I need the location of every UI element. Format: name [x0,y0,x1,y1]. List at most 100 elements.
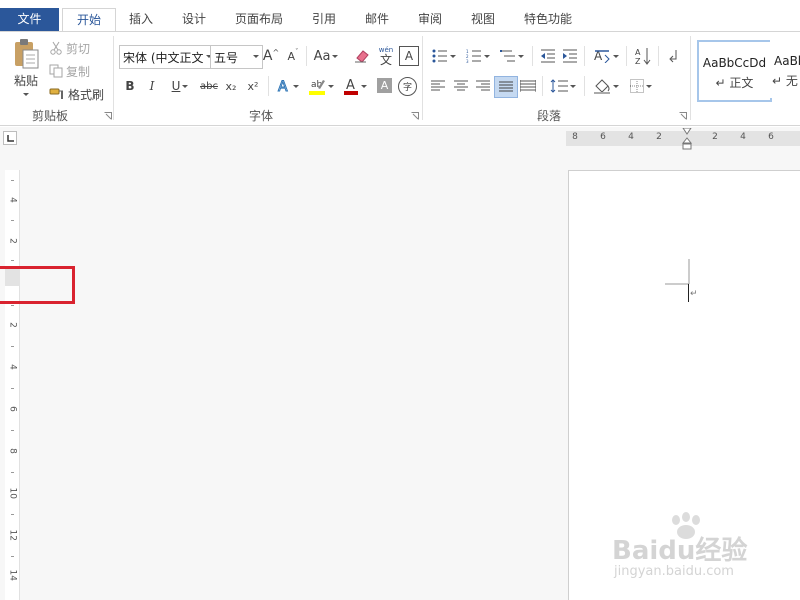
group-separator [626,46,627,66]
indent-marker-icon[interactable] [682,128,692,152]
decrease-indent-icon [540,49,556,63]
cut-button[interactable]: 剪切 [49,38,90,58]
vertical-ruler[interactable]: 4 2 2 4 6 8 10 12 14 [5,170,20,600]
character-shading-button[interactable]: A [377,78,392,93]
font-color-button[interactable]: A [340,76,370,96]
align-left-icon [431,80,445,92]
chevron-down-icon [518,54,524,58]
text-effects-button[interactable]: A [274,76,302,96]
tab-special-features[interactable]: 特色功能 [516,8,580,31]
clear-formatting-button[interactable] [352,46,372,66]
strikethrough-button[interactable]: abc [198,76,220,96]
align-right-button[interactable] [473,76,493,96]
numbered-list-icon: 123 [466,49,482,63]
ruler-tick [11,472,14,473]
multilevel-list-icon [500,49,516,63]
tab-insert[interactable]: 插入 [121,8,161,31]
ruler-tick [11,556,14,557]
highlight-color-button[interactable]: ab [306,76,336,96]
paragraph-group-label: 段落 [537,109,562,123]
ruler-label: 6 [768,132,774,142]
tab-review[interactable]: 审阅 [410,8,450,31]
multilevel-list-button[interactable] [497,46,527,66]
enclose-characters-button[interactable]: 字 [398,77,417,96]
chevron-down-icon [646,84,652,88]
ruler-tick [11,346,14,347]
chevron-down-icon [450,54,456,58]
format-painter-button[interactable]: 格式刷 [49,84,104,104]
paste-button[interactable]: 粘贴 [8,38,44,98]
borders-icon [630,79,644,93]
tab-view[interactable]: 视图 [463,8,503,31]
show-formatting-marks-button[interactable] [664,46,682,66]
tab-file[interactable]: 文件 [0,8,59,31]
superscript-button[interactable]: x² [244,76,262,96]
style-normal[interactable]: AaBbCcDd ↵ 正文 [697,40,772,102]
shrink-font-button[interactable]: Aˇ [284,46,302,66]
horizontal-ruler[interactable]: 8 6 4 2 2 4 6 [566,128,800,150]
chevron-down-icon [570,84,576,88]
paste-label: 粘贴 [13,74,38,88]
font-name-value: 宋体 (中文正文 [123,50,204,65]
phonetic-guide-button[interactable]: wén 文 [376,44,396,68]
chevron-down-icon [332,54,339,58]
highlighter-icon: ab [308,77,326,95]
watermark-brand: Baidu经验 [612,536,748,566]
align-center-button[interactable] [451,76,471,96]
borders-button[interactable] [626,76,656,96]
decrease-indent-button[interactable] [538,46,558,66]
group-separator [584,76,585,96]
bold-button[interactable]: B [122,76,138,96]
shading-button[interactable] [590,76,622,96]
distributed-align-button[interactable] [518,76,538,96]
chevron-down-icon [250,46,262,66]
paste-dropdown-icon [23,93,29,96]
font-size-combobox[interactable]: 五号 [210,45,263,69]
align-left-button[interactable] [428,76,448,96]
paragraph-launcher-icon[interactable] [679,112,687,120]
justify-button[interactable] [494,76,518,98]
subscript-button[interactable]: x₂ [222,76,240,96]
font-name-combobox[interactable]: 宋体 (中文正文 [119,45,216,69]
chinese-layout-button[interactable]: A [590,46,622,66]
ruler-label: 6 [600,132,606,142]
sort-button[interactable]: AZ [632,44,654,68]
sort-icon: AZ [635,47,651,65]
caret-down-icon: ˇ [295,48,299,56]
tab-home[interactable]: 开始 [62,8,116,33]
ruler-label: 2 [7,238,18,244]
font-launcher-icon[interactable] [411,112,419,120]
font-color-icon: A [343,77,359,95]
ruler-tick [11,388,14,389]
change-case-button[interactable]: Aa [310,46,342,66]
tab-selector[interactable] [3,131,17,145]
clipboard-launcher-icon[interactable] [104,112,112,120]
line-spacing-button[interactable] [547,76,579,96]
align-right-icon [476,80,490,92]
underline-button[interactable]: U [166,76,194,96]
copy-button[interactable]: 复制 [49,61,90,81]
increase-indent-button[interactable] [560,46,580,66]
tab-design[interactable]: 设计 [174,8,214,31]
distributed-align-icon [520,80,536,92]
grow-font-button[interactable]: A ^ [262,46,280,66]
bullets-button[interactable] [429,46,459,66]
superscript-label: x² [247,79,259,93]
ruler-label: 12 [7,529,18,541]
bold-label: B [125,79,135,93]
tab-references[interactable]: 引用 [304,8,344,31]
format-painter-label: 格式刷 [68,87,105,102]
chevron-down-icon [293,84,299,88]
style-sample: AaBl [774,54,800,68]
ribbon-tab-bar: 文件 开始 插入 设计 页面布局 引用 邮件 审阅 视图 特色功能 [0,8,800,33]
font-group-label: 字体 [249,109,274,123]
tab-page-layout[interactable]: 页面布局 [228,8,290,31]
tab-mailings[interactable]: 邮件 [357,8,397,31]
italic-button[interactable]: I [144,76,160,96]
underline-label: U [171,79,181,93]
style-no-spacing[interactable]: AaBl ↵ 无 [770,40,800,98]
grow-font-icon: A [262,48,273,64]
numbering-button[interactable]: 123 [463,46,493,66]
character-border-button[interactable]: A [399,46,419,66]
ruler-label: 8 [7,448,18,454]
